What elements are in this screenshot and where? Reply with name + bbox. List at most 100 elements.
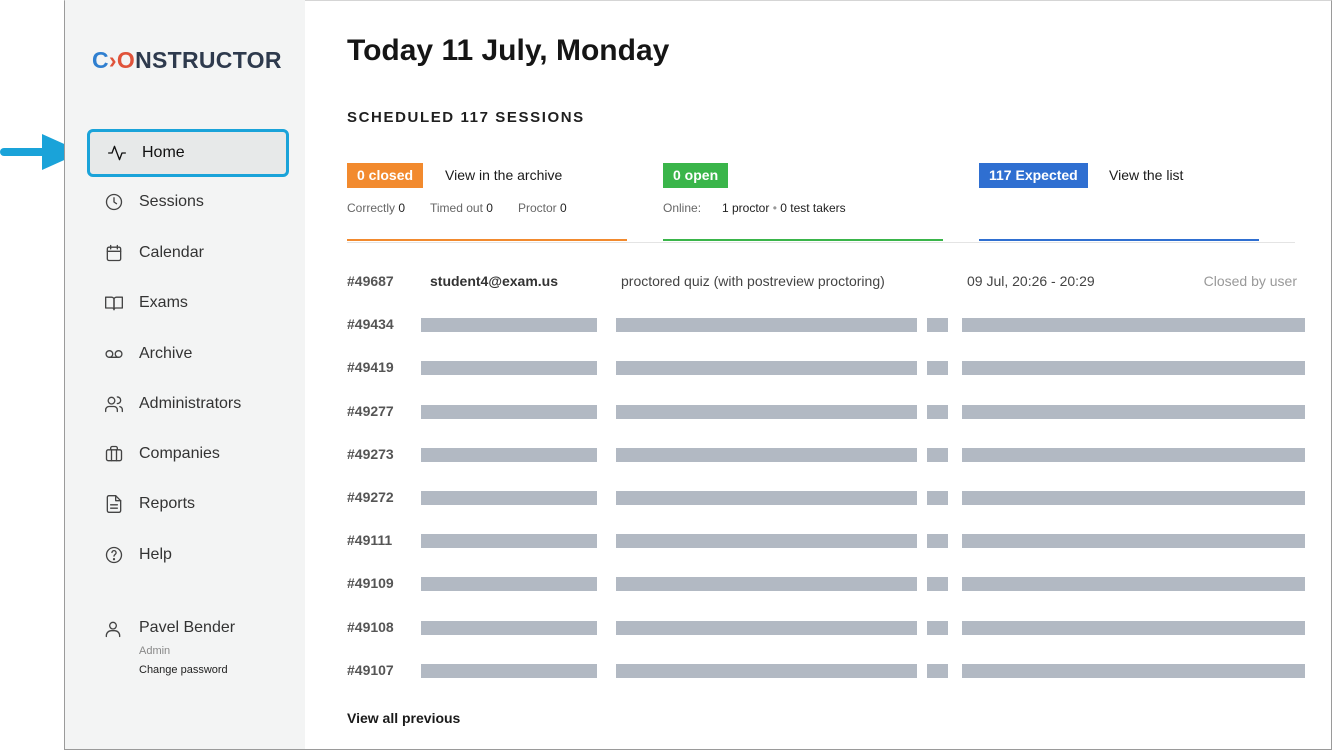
constructor-logo[interactable]: C›ONSTRUCTOR bbox=[92, 47, 282, 74]
online-label: Online: bbox=[663, 201, 702, 215]
redacted-bar bbox=[927, 621, 948, 635]
redacted-bar bbox=[962, 621, 1305, 635]
redacted-bar bbox=[962, 318, 1305, 332]
sidebar-item-label: Companies bbox=[139, 445, 220, 462]
redacted-bar bbox=[927, 361, 948, 375]
session-id: #49434 bbox=[347, 316, 394, 332]
sidebar-item-archive[interactable]: Archive bbox=[87, 332, 287, 376]
redacted-bar bbox=[421, 664, 597, 678]
redacted-bar bbox=[421, 577, 597, 591]
sidebar-item-label: Administrators bbox=[139, 395, 242, 412]
session-row[interactable]: #49273 bbox=[347, 439, 1305, 469]
sidebar-item-label: Archive bbox=[139, 345, 193, 362]
session-row[interactable]: #49109 bbox=[347, 568, 1305, 598]
sidebar-item-home[interactable]: Home bbox=[87, 129, 289, 177]
redacted-bar bbox=[962, 448, 1305, 462]
expected-badge[interactable]: 117 Expected bbox=[979, 163, 1088, 188]
session-email: student4@exam.us bbox=[430, 273, 559, 289]
main-content: Today 11 July, Monday SCHEDULED 117 SESS… bbox=[305, 0, 1331, 749]
sidebar: C›ONSTRUCTOR Home Sessions Calendar Exam… bbox=[65, 0, 305, 749]
users-icon bbox=[103, 393, 125, 415]
redacted-bar bbox=[927, 448, 948, 462]
redacted-bar bbox=[927, 664, 948, 678]
redacted-bar bbox=[927, 534, 948, 548]
redacted-bar bbox=[421, 491, 597, 505]
expected-underline bbox=[979, 239, 1259, 241]
sidebar-item-exams[interactable]: Exams bbox=[87, 281, 287, 325]
sidebar-item-sessions[interactable]: Sessions bbox=[87, 180, 287, 224]
redacted-bar bbox=[616, 491, 917, 505]
session-exam: proctored quiz (with postreview proctori… bbox=[621, 273, 885, 289]
redacted-bar bbox=[616, 621, 917, 635]
session-row[interactable]: #49687 student4@exam.us proctored quiz (… bbox=[347, 266, 1305, 296]
change-password-link[interactable]: Change password bbox=[139, 664, 228, 676]
redacted-bar bbox=[962, 491, 1305, 505]
redacted-bar bbox=[927, 318, 948, 332]
stat-closed: 0 closed View in the archive Correctly 0… bbox=[347, 163, 627, 243]
open-underline bbox=[663, 239, 943, 241]
session-row[interactable]: #49272 bbox=[347, 482, 1305, 512]
redacted-bar bbox=[616, 577, 917, 591]
timed-out-count: Timed out 0 bbox=[430, 201, 493, 215]
sidebar-item-reports[interactable]: Reports bbox=[87, 482, 287, 526]
session-row[interactable]: #49277 bbox=[347, 396, 1305, 426]
redacted-bar bbox=[927, 577, 948, 591]
session-row[interactable]: #49108 bbox=[347, 612, 1305, 642]
sidebar-item-label: Exams bbox=[139, 294, 188, 311]
sidebar-item-calendar[interactable]: Calendar bbox=[87, 231, 287, 275]
closed-underline bbox=[347, 239, 627, 241]
user-name: Pavel Bender bbox=[139, 619, 236, 636]
session-row[interactable]: #49419 bbox=[347, 352, 1305, 382]
stats-divider bbox=[347, 242, 1295, 243]
help-icon bbox=[103, 544, 125, 566]
session-row[interactable]: #49107 bbox=[347, 655, 1305, 685]
session-id: #49111 bbox=[347, 532, 393, 548]
redacted-bar bbox=[962, 664, 1305, 678]
session-id: #49273 bbox=[347, 446, 394, 462]
sidebar-item-companies[interactable]: Companies bbox=[87, 432, 287, 476]
redacted-bar bbox=[962, 577, 1305, 591]
redacted-bar bbox=[421, 318, 597, 332]
online-counts: 1 proctor • 0 test takers bbox=[722, 201, 846, 215]
session-id: #49107 bbox=[347, 662, 394, 678]
closed-badge[interactable]: 0 closed bbox=[347, 163, 424, 188]
correctly-count: Correctly 0 bbox=[347, 201, 406, 215]
sidebar-item-label: Help bbox=[139, 546, 172, 563]
redacted-bar bbox=[421, 534, 597, 548]
session-status: Closed by user bbox=[1203, 273, 1297, 289]
session-time: 09 Jul, 20:26 - 20:29 bbox=[967, 273, 1095, 289]
redacted-bar bbox=[421, 621, 597, 635]
redacted-bar bbox=[616, 361, 917, 375]
redacted-bar bbox=[962, 361, 1305, 375]
redacted-bar bbox=[616, 318, 917, 332]
redacted-bar bbox=[616, 664, 917, 678]
calendar-icon bbox=[103, 242, 125, 264]
sidebar-item-label: Home bbox=[142, 144, 185, 161]
user-role: Admin bbox=[139, 645, 171, 657]
file-icon bbox=[103, 493, 125, 515]
redacted-bar bbox=[421, 361, 597, 375]
sidebar-item-label: Sessions bbox=[139, 193, 204, 210]
view-archive-link[interactable]: View in the archive bbox=[445, 167, 562, 183]
redacted-bar bbox=[927, 405, 948, 419]
session-row[interactable]: #49434 bbox=[347, 309, 1305, 339]
sidebar-item-help[interactable]: Help bbox=[87, 533, 287, 577]
redacted-bar bbox=[616, 405, 917, 419]
view-all-previous-link[interactable]: View all previous bbox=[347, 710, 460, 726]
session-id: #49277 bbox=[347, 403, 394, 419]
session-id: #49109 bbox=[347, 575, 394, 591]
redacted-bar bbox=[962, 405, 1305, 419]
scheduled-sessions-heading: SCHEDULED 117 SESSIONS bbox=[347, 109, 585, 126]
session-row[interactable]: #49111 bbox=[347, 525, 1305, 555]
sidebar-item-administrators[interactable]: Administrators bbox=[87, 382, 287, 426]
session-id: #49108 bbox=[347, 619, 394, 635]
session-id: #49419 bbox=[347, 359, 394, 375]
view-list-link[interactable]: View the list bbox=[1109, 167, 1183, 183]
redacted-bar bbox=[616, 534, 917, 548]
book-icon bbox=[103, 292, 125, 314]
briefcase-icon bbox=[103, 443, 125, 465]
page-title: Today 11 July, Monday bbox=[347, 34, 670, 67]
open-badge[interactable]: 0 open bbox=[663, 163, 729, 188]
voicemail-icon bbox=[103, 343, 125, 365]
proctor-count: Proctor 0 bbox=[518, 201, 567, 215]
